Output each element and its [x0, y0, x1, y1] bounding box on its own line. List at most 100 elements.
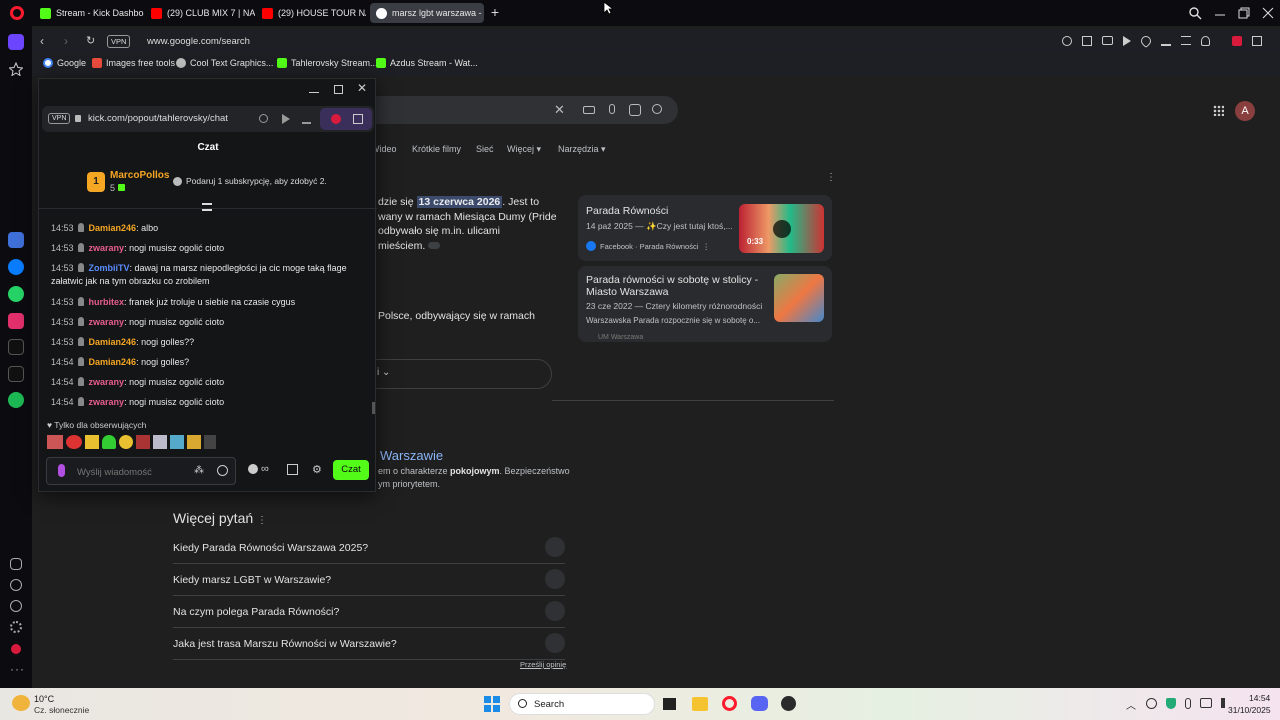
reload-icon[interactable]: ↻: [86, 34, 95, 47]
clear-search-icon[interactable]: ✕: [554, 102, 565, 118]
tab-tools[interactable]: Narzędzia ▾: [558, 144, 606, 155]
tab-house-tour[interactable]: (29) HOUSE TOUR NASZ: [256, 3, 366, 23]
weather-icon[interactable]: [12, 695, 30, 711]
tab-short-videos[interactable]: Krótkie filmy: [412, 144, 461, 154]
star-icon[interactable]: [9, 62, 23, 76]
mic-icon[interactable]: [58, 464, 65, 477]
settings-icon[interactable]: [10, 621, 22, 633]
clock-time[interactable]: 14:54: [1249, 693, 1270, 703]
popup-close-icon[interactable]: ✕: [357, 81, 367, 95]
search-page-icon[interactable]: [1062, 36, 1072, 46]
forward-icon[interactable]: ›: [64, 34, 68, 48]
popup-minimize-icon[interactable]: [309, 83, 319, 93]
edit-icon[interactable]: [1082, 36, 1092, 46]
close-window-icon[interactable]: [1261, 6, 1275, 20]
sync-icon[interactable]: [1146, 698, 1157, 709]
lens-icon[interactable]: [629, 104, 641, 116]
chat-settings-icon[interactable]: ⚙: [312, 463, 322, 476]
bookmark-cool-text[interactable]: Cool Text Graphics...: [176, 58, 273, 68]
clock-date[interactable]: 31/10/2025: [1228, 705, 1271, 715]
opera-taskbar-icon[interactable]: [722, 696, 737, 711]
news-card-warszawa[interactable]: Parada równości w sobotę w stolicy - Mia…: [578, 266, 832, 342]
emote-icon[interactable]: [187, 435, 201, 449]
message-username[interactable]: zwarany: [89, 397, 125, 407]
message-username[interactable]: ZombiiTV: [89, 263, 130, 273]
messenger-icon[interactable]: [8, 259, 24, 275]
translate-icon[interactable]: ⁂: [194, 465, 204, 476]
chevron-down-icon[interactable]: [545, 569, 565, 589]
new-tab-button[interactable]: +: [488, 4, 502, 22]
infinity-icon[interactable]: ∞: [261, 463, 269, 475]
message-input-box[interactable]: ⁂: [46, 457, 236, 485]
emote-icon[interactable]: [153, 435, 167, 449]
download-icon[interactable]: [1161, 36, 1171, 46]
play-button-icon[interactable]: [773, 220, 791, 238]
tab-club-mix[interactable]: (29) CLUB MIX 7 | NAJLEP: [145, 3, 255, 23]
message-input[interactable]: [77, 464, 187, 480]
question-row[interactable]: Kiedy marsz LGBT w Warszawie?: [173, 564, 565, 596]
emote-icon[interactable]: [85, 435, 99, 449]
message-username[interactable]: Damian246: [89, 357, 137, 367]
video-card-parada[interactable]: Parada Równości 14 paź 2025 — ✨Czy jest …: [578, 195, 832, 261]
search-tabs-icon[interactable]: [1188, 6, 1202, 20]
emote-icon[interactable]: [170, 435, 184, 449]
message-username[interactable]: Damian246: [89, 337, 137, 347]
minimize-icon[interactable]: [1213, 6, 1227, 20]
result-title[interactable]: Warszawie: [380, 448, 443, 463]
mic-icon[interactable]: [609, 104, 615, 114]
message-username[interactable]: zwarany: [89, 377, 125, 387]
shield-tray-icon[interactable]: [1166, 698, 1176, 709]
cube-extension-icon[interactable]: [1252, 36, 1262, 46]
news-thumbnail[interactable]: [774, 274, 824, 322]
record-extension-icon[interactable]: [331, 114, 341, 124]
tab-web[interactable]: Sieć: [476, 144, 494, 154]
feedback-link[interactable]: Prześlij opinię: [520, 660, 566, 669]
start-icon[interactable]: [484, 696, 500, 712]
chevron-down-icon[interactable]: [545, 601, 565, 621]
chat-users-icon[interactable]: [248, 464, 258, 474]
emote-icon[interactable]: [136, 435, 150, 449]
vpn-badge[interactable]: VPN: [107, 35, 131, 48]
cube-extension-icon[interactable]: [353, 114, 363, 124]
profile-icon[interactable]: [1201, 36, 1210, 46]
bookmark-azdus[interactable]: Azdus Stream - Wat...: [376, 58, 478, 68]
tab-google-search[interactable]: marsz lgbt warszawa - Sz: [370, 3, 484, 23]
emote-icon[interactable]: [66, 435, 82, 449]
apps-grid-icon[interactable]: [1213, 105, 1224, 116]
obs-icon[interactable]: [781, 696, 796, 711]
gift-store-icon[interactable]: [287, 464, 298, 475]
extension-badge-icon[interactable]: [11, 644, 21, 654]
network-icon[interactable]: [1200, 698, 1212, 708]
menu-icon[interactable]: [1181, 36, 1191, 45]
opera-logo-icon[interactable]: [10, 6, 24, 20]
file-explorer-icon[interactable]: [692, 697, 708, 711]
message-username[interactable]: hurbitex: [89, 297, 125, 307]
taskbar-search[interactable]: Search: [509, 693, 655, 715]
message-username[interactable]: Damian246: [89, 223, 137, 233]
scroll-down-icon[interactable]: [202, 203, 212, 211]
mic-tray-icon[interactable]: [1185, 698, 1191, 709]
tray-chevron-icon[interactable]: ︿: [1126, 697, 1136, 712]
pinned-username[interactable]: MarcoPollos: [110, 170, 169, 181]
emoji-icon[interactable]: [217, 465, 228, 476]
play-icon[interactable]: [1123, 36, 1131, 46]
tab-more[interactable]: Więcej ▾: [507, 144, 541, 155]
emote-icon[interactable]: [204, 435, 216, 449]
spotify-icon[interactable]: [8, 392, 24, 408]
account-avatar[interactable]: A: [1235, 101, 1255, 121]
link-icon[interactable]: [428, 241, 441, 249]
chevron-down-icon[interactable]: [545, 633, 565, 653]
popup-url[interactable]: kick.com/popout/tahlerovsky/chat: [88, 113, 228, 124]
more-icon[interactable]: ···: [10, 662, 25, 676]
emote-icon[interactable]: [47, 435, 63, 449]
aria-ai-icon[interactable]: [8, 232, 24, 248]
weather-temp[interactable]: 10°C: [34, 694, 54, 704]
send-chat-button[interactable]: Czat: [333, 460, 369, 480]
more-options-icon[interactable]: ⋮: [826, 172, 836, 183]
task-view-icon[interactable]: [663, 698, 676, 710]
emote-icon[interactable]: [102, 435, 116, 449]
workspaces-icon[interactable]: [10, 558, 22, 570]
question-row[interactable]: Kiedy Parada Równości Warszawa 2025?: [173, 532, 565, 564]
heart-icon[interactable]: [10, 579, 22, 591]
question-row[interactable]: Jaka jest trasa Marszu Równości w Warsza…: [173, 628, 565, 660]
